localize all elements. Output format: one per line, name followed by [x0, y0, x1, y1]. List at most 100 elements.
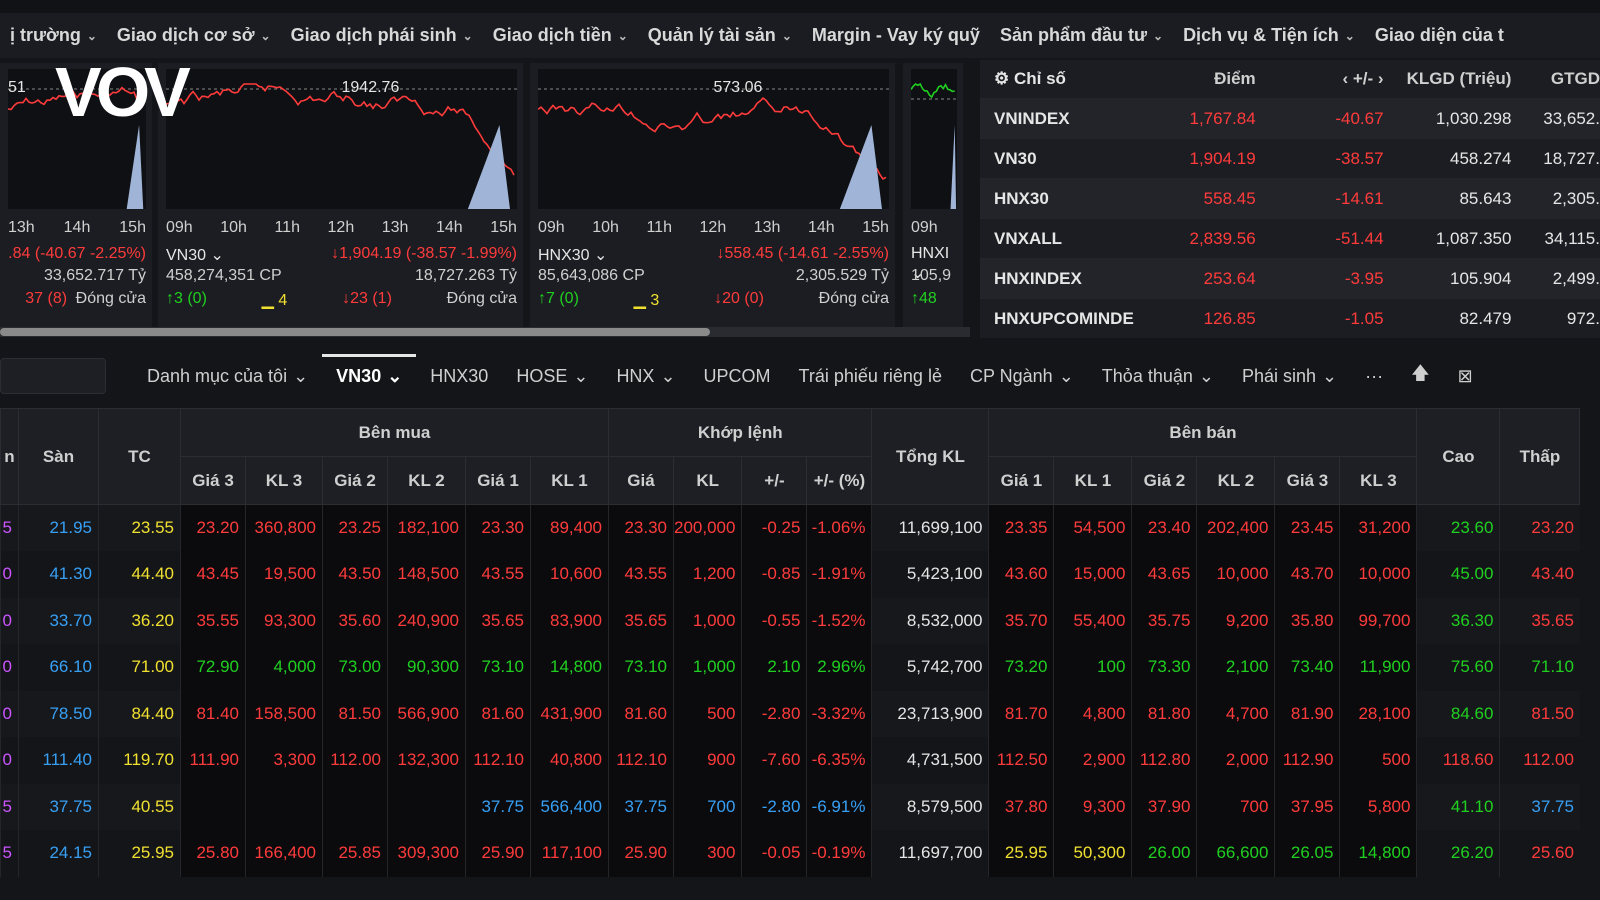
table-row[interactable]: 5 37.75 40.55 37.75 566,400 37.75 700 -2.80 -6.9… — [0, 783, 1580, 830]
nav-item[interactable]: Giao dịch cơ sở ⌄ — [107, 25, 281, 46]
nav-item[interactable]: Dịch vụ & Tiện ích ⌄ — [1173, 25, 1365, 46]
cell: 182,100 — [387, 504, 466, 551]
tab-7[interactable]: CP Ngành ⌄ — [956, 366, 1088, 387]
cell: -6.35% — [806, 737, 872, 784]
col-kb3: KL 3 — [245, 456, 323, 505]
index-change: -40.67 — [1335, 108, 1384, 128]
table-row[interactable]: 0 78.50 84.40 81.40 158,500 81.50 566,900 81.60… — [0, 690, 1580, 737]
cell: 93,300 — [245, 597, 323, 644]
table-row[interactable]: 0 33.70 36.20 35.55 93,300 35.60 240,900 35.65 8… — [0, 597, 1580, 644]
cell: 4,000 — [245, 644, 323, 691]
charts-scrollbar[interactable] — [0, 327, 970, 337]
chart-info-row: VN30 ⌄ ↓1,904.19 (-38.57 -1.99%) — [166, 245, 517, 265]
symbol-search-input[interactable] — [0, 358, 106, 394]
tab-9[interactable]: Phái sinh ⌄ — [1228, 366, 1351, 387]
table-row[interactable]: 5 21.95 23.55 23.20 360,800 23.25 182,100 23.30… — [0, 504, 1580, 551]
scroll-thumb[interactable] — [0, 328, 710, 336]
tab-4[interactable]: HNX ⌄ — [602, 366, 689, 387]
tab-label: CP Ngành — [969, 365, 1053, 386]
nav-item[interactable]: ị trường ⌄ — [0, 25, 107, 46]
tab-10[interactable]: ··· — [1351, 366, 1397, 387]
cell: -7.60 — [741, 737, 807, 784]
cell: 500 — [1339, 737, 1417, 784]
time-tick: 13h — [381, 219, 409, 236]
cell: 73.10 — [465, 644, 531, 691]
index-row[interactable]: VNXALL 2,839.56 -51.44 1,087.350 34,115. — [980, 218, 1600, 258]
table-row[interactable]: 0 66.10 71.00 72.90 4,000 73.00 90,300 73.10 14,… — [0, 644, 1580, 691]
nav-item[interactable]: Giao dịch phái sinh ⌄ — [281, 25, 483, 46]
cell: 309,300 — [387, 830, 466, 877]
chart-info-row: ↑3 (0) ▁ 4 ↓23 (1) Đóng cửa — [166, 290, 517, 310]
col-chp: +/- (%) — [806, 456, 873, 505]
settings-gear-icon[interactable]: ⚙ Chỉ số — [980, 69, 1138, 89]
chart-volume: 458,274,351 CP — [166, 267, 282, 284]
index-name: VNXALL — [994, 228, 1062, 248]
table-row[interactable]: 0 111.40 119.70 111.90 3,300 112.00 132,300 112… — [0, 737, 1580, 784]
index-chart[interactable]: 09h HNXI ⌄ 105,9 ↑48 — [903, 63, 963, 333]
table-row[interactable]: 5 24.15 25.95 25.80 166,400 25.85 309,300 25.90… — [0, 830, 1580, 877]
index-chart[interactable]: 573.06 09h 10h 11h 12h 13h 14h 15h HNX30 ⌄ ↓558.4… — [530, 63, 895, 333]
cell: 23.45 — [1274, 504, 1340, 551]
time-tick: 13h — [753, 219, 781, 236]
cell: 119.70 — [98, 737, 181, 784]
cell: 11,900 — [1339, 644, 1417, 691]
cell: 35.70 — [988, 597, 1054, 644]
cell: -2.80 — [741, 783, 807, 830]
col-chi-so: Chỉ số — [1013, 69, 1066, 88]
index-row[interactable]: HNXUPCOMINDE 126.85 -1.05 82.479 972. — [980, 298, 1600, 338]
time-tick: 10h — [220, 219, 247, 236]
index-row[interactable]: HNXINDEX 253.64 -3.95 105.904 2,499. — [980, 258, 1600, 298]
cell: 23,713,900 — [871, 690, 989, 737]
cell: 0 — [0, 551, 19, 598]
chevron-down-icon: ⌄ — [1058, 365, 1074, 386]
cell: 43.55 — [608, 551, 674, 598]
cell: -1.52% — [806, 597, 872, 644]
tab-6[interactable]: Trái phiếu riêng lẻ — [785, 366, 956, 387]
nav-item[interactable]: Quản lý tài sản ⌄ — [638, 25, 802, 46]
cell: 44.40 — [98, 551, 181, 598]
volume-area — [839, 125, 882, 209]
cell: 4,700 — [1196, 690, 1275, 737]
col-change[interactable]: ‹ +/- › — [1256, 69, 1383, 89]
index-row[interactable]: VNINDEX 1,767.84 -40.67 1,030.298 33,652. — [980, 98, 1600, 138]
chart-index-name[interactable]: VN30 ⌄ — [166, 245, 224, 265]
chart-info-row: 105,9 — [911, 267, 957, 285]
tab-5[interactable]: UPCOM — [690, 366, 785, 387]
export-excel-icon[interactable]: ⊠ — [1444, 366, 1487, 387]
index-row[interactable]: VN30 1,904.19 -38.57 458.274 18,727. — [980, 138, 1600, 178]
cell: 1,000 — [672, 597, 742, 644]
cell: 23.20 — [1499, 504, 1580, 551]
cell: -1.06% — [806, 504, 872, 551]
time-axis: 13h 14h 15h — [8, 219, 146, 237]
cell: 26.20 — [1416, 830, 1500, 877]
index-value: 34,115. — [1544, 228, 1600, 248]
nav-item[interactable]: Giao dịch tiền ⌄ — [483, 25, 638, 46]
chart-value: 33,652.717 Tỷ — [43, 267, 146, 284]
nav-item[interactable]: Margin - Vay ký quỹ — [802, 25, 990, 46]
index-value: 18,727. — [1543, 148, 1600, 168]
chart-value: 2,305.529 Tỷ — [795, 267, 889, 284]
tab-8[interactable]: Thỏa thuận ⌄ — [1088, 366, 1228, 387]
chart-index-name[interactable]: HNX30 ⌄ — [538, 245, 607, 265]
cell: 25.95 — [988, 830, 1054, 877]
table-row[interactable]: 0 41.30 44.40 43.45 19,500 43.50 148,500 43.55 1… — [0, 551, 1580, 598]
nav-item[interactable]: Giao diện của t — [1365, 25, 1514, 46]
index-table: ⚙ Chỉ số Điểm ‹ +/- › KLGD (Triệu) GTGD … — [980, 60, 1600, 338]
nav-item[interactable]: Sản phẩm đầu tư ⌄ — [990, 25, 1173, 46]
tab-1[interactable]: VN30 ⌄ — [322, 353, 417, 387]
chart-info-row: ↑48 — [911, 290, 957, 308]
cell: 112.10 — [608, 737, 674, 784]
upload-arrow-icon[interactable]: 🡅 — [1397, 361, 1444, 391]
index-chart[interactable]: 1942.76 09h 10h 11h 12h 13h 14h 15h VN30 ⌄ ↓1,904… — [158, 63, 523, 333]
index-row[interactable]: HNX30 558.45 -14.61 85.643 2,305. — [980, 178, 1600, 218]
tab-2[interactable]: HNX30 — [416, 366, 502, 387]
nav-item-label: Giao dịch phái sinh — [290, 25, 457, 45]
tab-3[interactable]: HOSE ⌄ — [502, 366, 602, 387]
tab-label: Trái phiếu riêng lẻ — [798, 365, 942, 386]
tab-0[interactable]: Danh mục của tôi ⌄ — [133, 366, 322, 387]
cell: 43.55 — [465, 551, 531, 598]
cell: 81.60 — [465, 690, 531, 737]
cell: 5,742,700 — [871, 644, 989, 691]
cell: 35.65 — [608, 597, 674, 644]
cell: 10,000 — [1196, 551, 1275, 598]
